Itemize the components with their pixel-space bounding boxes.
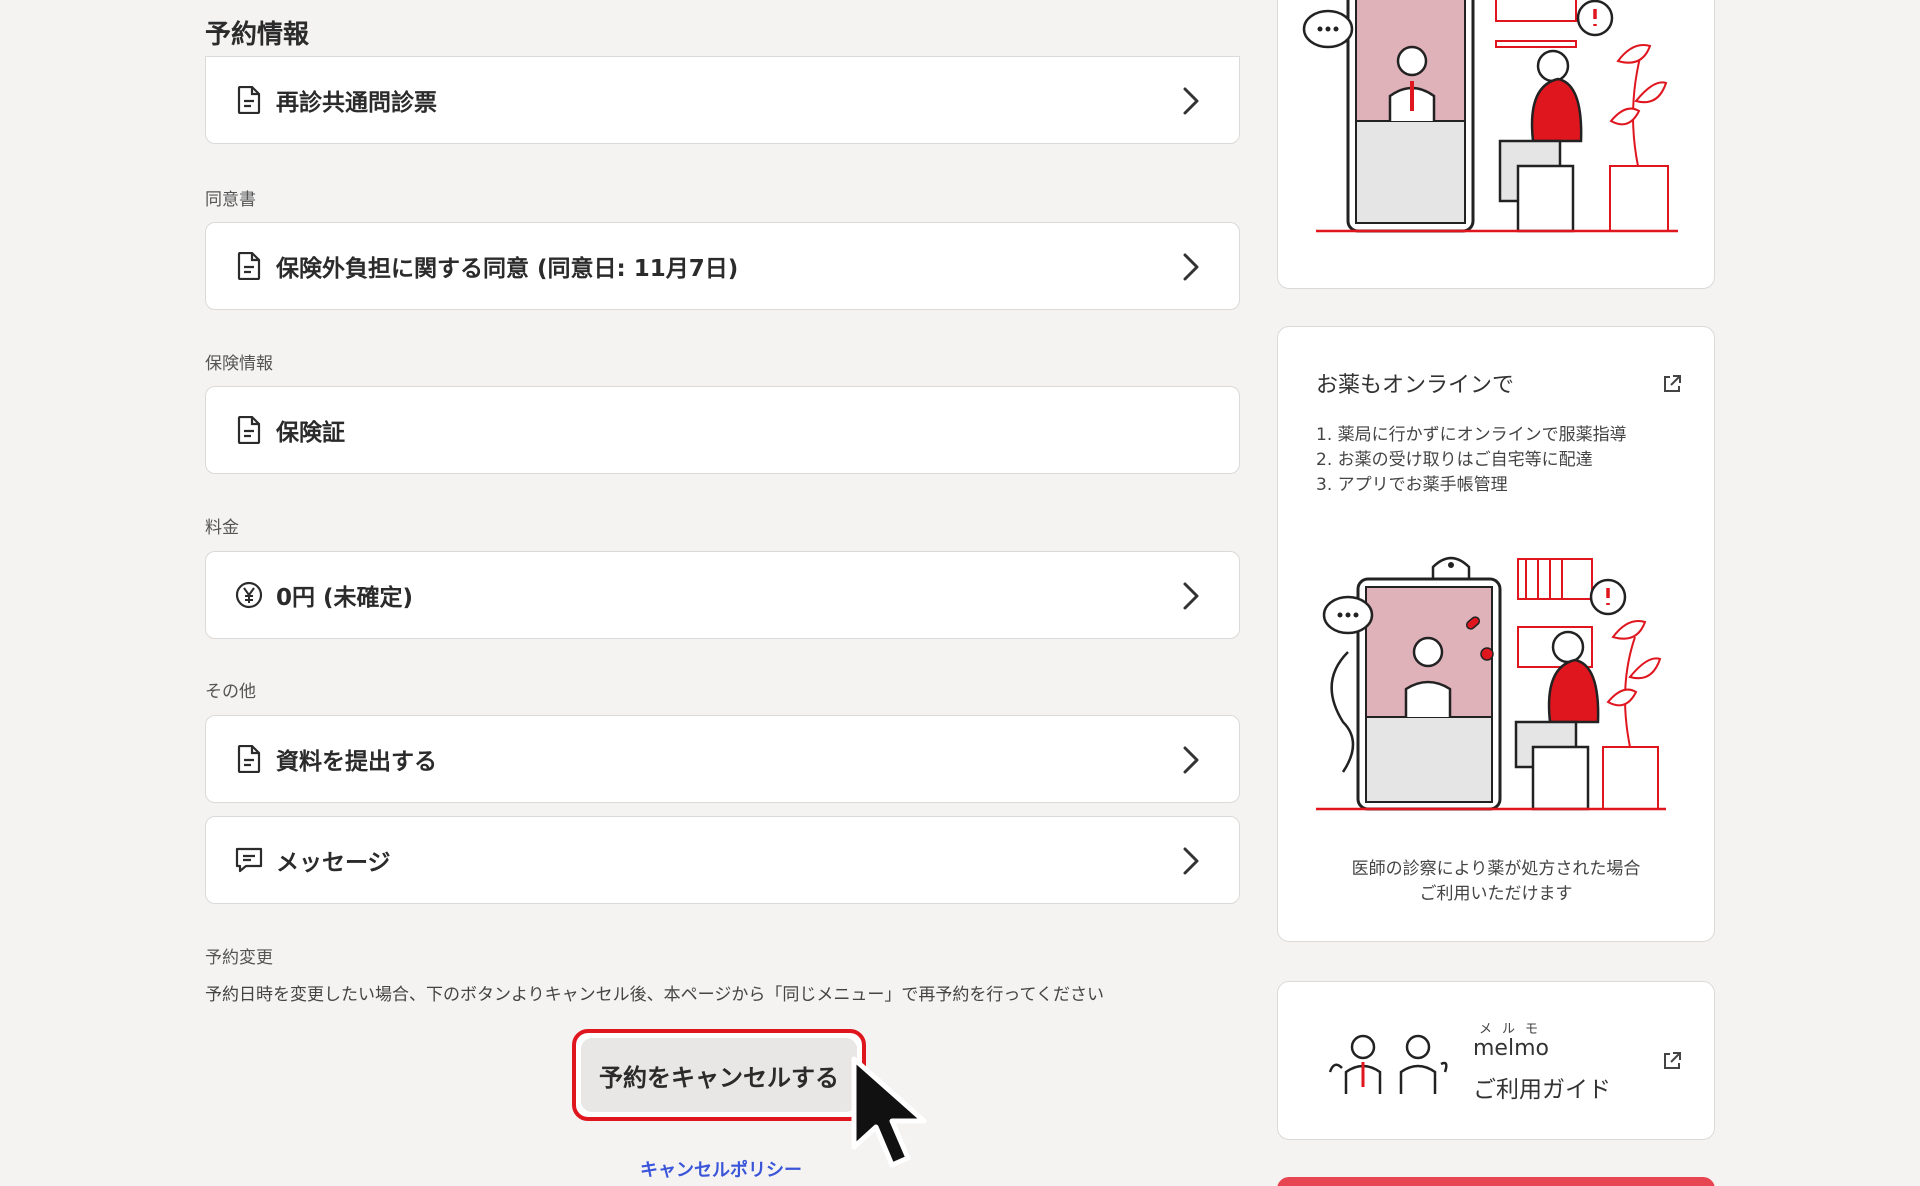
consent-card[interactable]: 保険外負担に関する同意 (同意日: 11月7日) bbox=[205, 222, 1240, 310]
pharmacy-feature-list: 1. 薬局に行かずにオンラインで服薬指導 2. お薬の受け取りはご自宅等に配達 … bbox=[1316, 423, 1627, 498]
online-pharmacy-panel[interactable]: お薬もオンラインで 1. 薬局に行かずにオンラインで服薬指導 2. お薬の受け取… bbox=[1277, 326, 1715, 942]
red-banner-edge[interactable] bbox=[1277, 1177, 1715, 1186]
chevron-right-icon bbox=[1183, 582, 1199, 610]
document-icon bbox=[234, 415, 264, 445]
external-link-icon bbox=[1664, 375, 1681, 392]
cursor-icon bbox=[851, 1056, 927, 1168]
submit-docs-card[interactable]: 資料を提出する bbox=[205, 715, 1240, 803]
pharmacy-caption-line: 医師の診察により薬が処方された場合 bbox=[1351, 859, 1641, 879]
melmo-guide-panel[interactable]: メルモ melmo ご利用ガイド bbox=[1277, 981, 1715, 1140]
document-icon bbox=[234, 744, 264, 774]
submit-docs-label: 資料を提出する bbox=[276, 749, 437, 775]
chevron-right-icon bbox=[1183, 746, 1199, 774]
pharmacy-title: お薬もオンラインで bbox=[1316, 373, 1515, 398]
page-title: 予約情報 bbox=[205, 20, 310, 50]
message-icon bbox=[234, 845, 264, 875]
document-icon bbox=[234, 251, 264, 281]
fee-card[interactable]: 0円 (未確定) bbox=[205, 551, 1240, 639]
insurance-card[interactable]: 保険証 bbox=[205, 386, 1240, 474]
cancel-policy-link[interactable]: キャンセルポリシー bbox=[640, 1156, 802, 1182]
telemedicine-panel[interactable] bbox=[1277, 0, 1715, 289]
questionnaire-label: 再診共通問診票 bbox=[276, 90, 437, 116]
fee-label: 0円 (未確定) bbox=[276, 585, 414, 611]
chevron-right-icon bbox=[1183, 253, 1199, 281]
telemedicine-illustration bbox=[1302, 0, 1678, 233]
questionnaire-card[interactable]: 再診共通問診票 bbox=[205, 56, 1240, 144]
chevron-right-icon bbox=[1183, 87, 1199, 115]
other-group-label: その他 bbox=[205, 682, 256, 702]
external-link-icon bbox=[1664, 1052, 1681, 1069]
insurance-group-label: 保険情報 bbox=[205, 354, 273, 374]
pharmacy-caption: 医師の診察により薬が処方された場合 ご利用いただけます bbox=[1278, 857, 1714, 907]
consent-label: 保険外負担に関する同意 (同意日: 11月7日) bbox=[276, 256, 739, 282]
document-icon bbox=[234, 85, 264, 115]
pharmacy-illustration bbox=[1316, 556, 1666, 811]
doctors-illustration bbox=[1328, 1034, 1448, 1094]
message-card[interactable]: メッセージ bbox=[205, 816, 1240, 904]
chevron-right-icon bbox=[1183, 847, 1199, 875]
message-label: メッセージ bbox=[276, 850, 391, 876]
cancel-button-highlight: 予約をキャンセルする bbox=[572, 1029, 866, 1121]
melmo-ruby: メルモ bbox=[1479, 1022, 1549, 1037]
consent-group-label: 同意書 bbox=[205, 190, 256, 210]
pharmacy-feature-item: 2. お薬の受け取りはご自宅等に配達 bbox=[1316, 450, 1593, 470]
insurance-label: 保険証 bbox=[276, 420, 345, 446]
melmo-guide-label: ご利用ガイド bbox=[1473, 1077, 1611, 1103]
change-group-label: 予約変更 bbox=[205, 948, 273, 968]
pharmacy-feature-item: 3. アプリでお薬手帳管理 bbox=[1316, 475, 1508, 495]
melmo-brand-name: melmo bbox=[1473, 1036, 1549, 1061]
fee-group-label: 料金 bbox=[205, 518, 239, 538]
pharmacy-caption-line: ご利用いただけます bbox=[1419, 884, 1573, 904]
cancel-reservation-button[interactable]: 予約をキャンセルする bbox=[581, 1038, 857, 1112]
yen-icon bbox=[234, 580, 264, 610]
pharmacy-feature-item: 1. 薬局に行かずにオンラインで服薬指導 bbox=[1316, 425, 1627, 445]
change-description: 予約日時を変更したい場合、下のボタンよりキャンセル後、本ページから「同じメニュー… bbox=[205, 985, 1104, 1005]
